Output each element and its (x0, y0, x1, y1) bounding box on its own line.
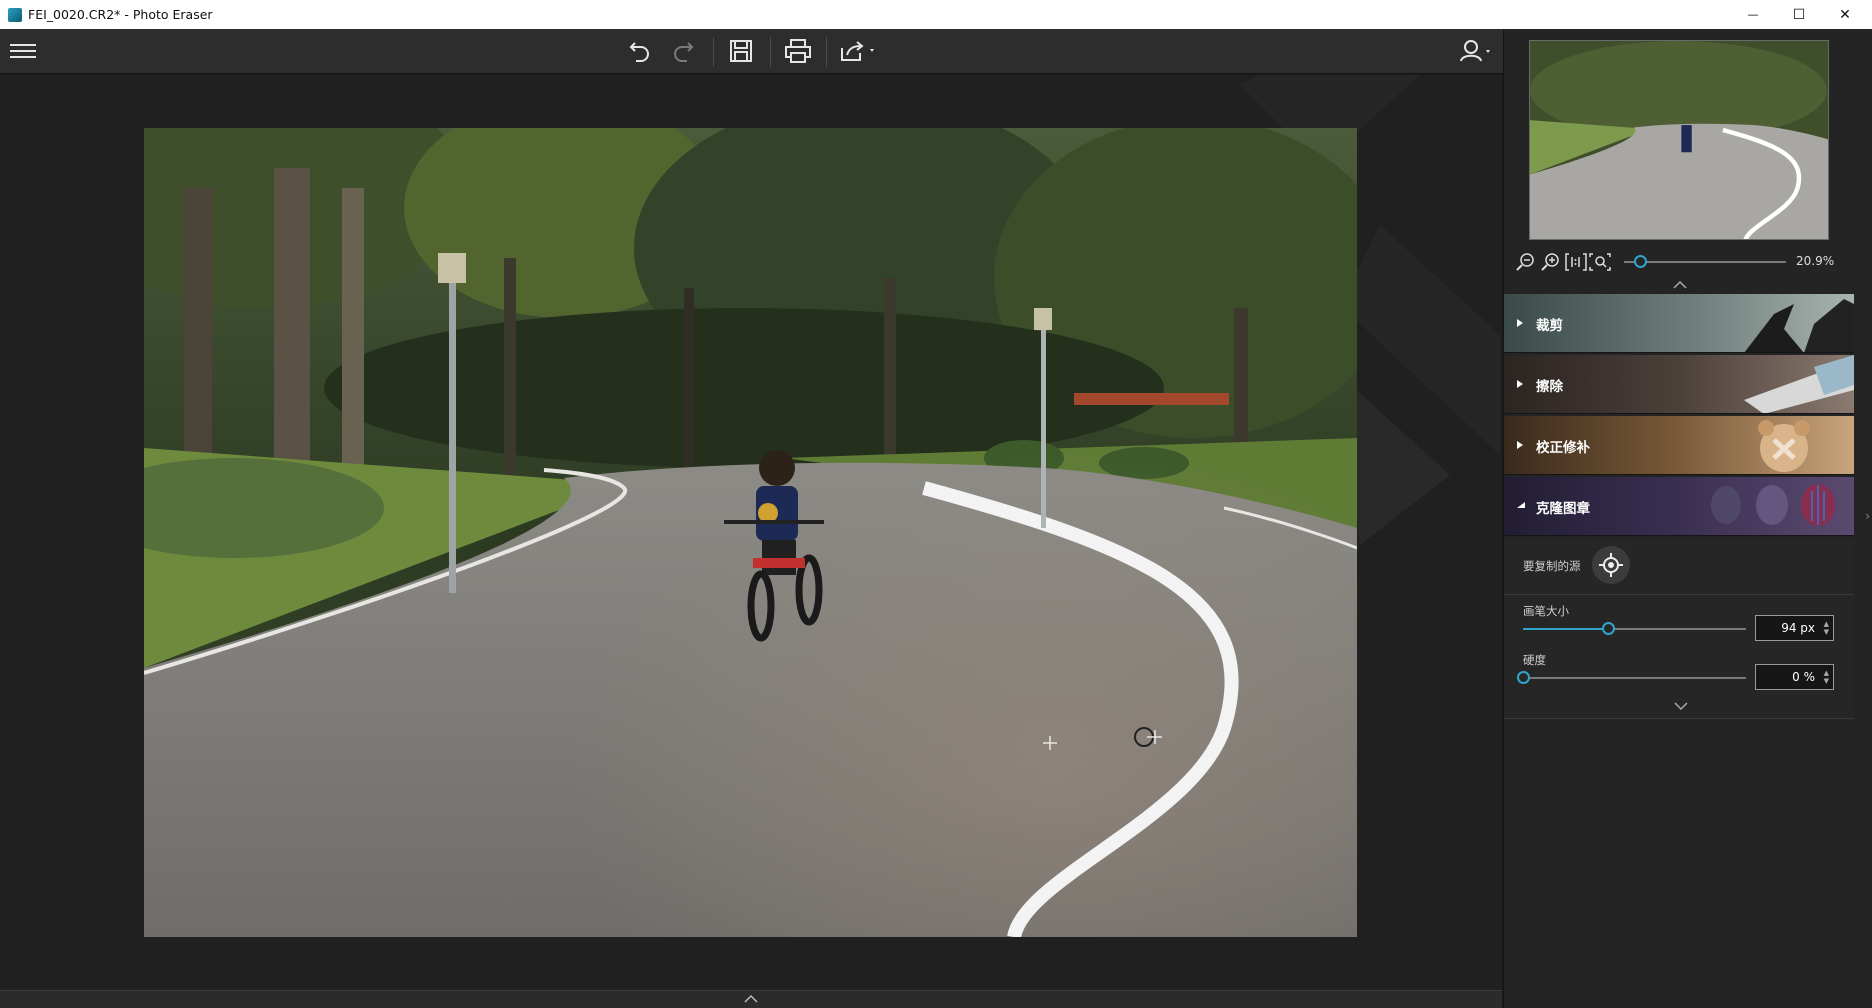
expand-arrow-icon (1517, 380, 1523, 388)
toolbar-separator (770, 37, 771, 67)
panel-crop[interactable]: 裁剪 (1504, 294, 1854, 353)
undo-button[interactable] (625, 35, 655, 67)
minimize-button[interactable]: — (1730, 0, 1776, 29)
brush-size-slider-fill (1523, 628, 1608, 630)
print-icon (785, 39, 811, 63)
divider (1504, 718, 1854, 719)
account-button[interactable] (1458, 35, 1496, 67)
maximize-icon: ☐ (1792, 6, 1806, 23)
panel-edge-arrow-icon[interactable]: › (1865, 509, 1870, 523)
save-icon (730, 40, 752, 62)
panel-clone-stamp-label: 克隆图章 (1536, 501, 1590, 517)
share-icon (841, 41, 874, 61)
close-icon: ✕ (1839, 6, 1851, 23)
target-icon (1599, 553, 1623, 577)
toolbar-separator (826, 37, 827, 67)
minimize-icon: — (1747, 8, 1759, 21)
photo-canvas[interactable] (144, 128, 1357, 937)
toolbar-separator (713, 37, 714, 67)
save-button[interactable] (726, 35, 756, 67)
clone-source-label: 要复制的源 (1523, 559, 1581, 573)
close-button[interactable]: ✕ (1822, 0, 1868, 29)
redo-button[interactable] (668, 35, 698, 67)
balloons-illustration (1711, 484, 1835, 526)
hamburger-icon (10, 44, 36, 58)
spinner-arrows-icon[interactable]: ▲ ▼ (1824, 669, 1829, 685)
app-icon (8, 7, 22, 22)
bottom-bar (0, 990, 1502, 1008)
zoom-slider-thumb[interactable] (1634, 255, 1648, 268)
chevron-up-icon[interactable] (744, 994, 758, 1003)
user-icon (1460, 40, 1490, 62)
title-bar: FEI_0020.CR2* - Photo Eraser — ☐ ✕ (0, 0, 1872, 29)
brush-size-input[interactable]: 94 px ▲ ▼ (1755, 615, 1834, 641)
print-button[interactable] (783, 35, 813, 67)
expand-arrow-icon (1517, 319, 1523, 327)
divider (1504, 594, 1854, 595)
panel-erase-label: 擦除 (1536, 379, 1563, 395)
right-panel: 20.9% 裁剪 擦除 校正修补 克隆图章 要复制的源 画笔大小 94 px ▲… (1503, 29, 1872, 1008)
undo-icon (629, 42, 649, 62)
panel-clone-stamp[interactable]: 克隆图章 (1504, 477, 1854, 536)
hardness-label: 硬度 (1523, 653, 1546, 667)
thumbnail-image (1530, 41, 1828, 239)
clone-stamp-settings: 要复制的源 画笔大小 94 px ▲ ▼ 硬度 0 % ▲ ▼ (1504, 539, 1854, 719)
menu-button[interactable] (8, 35, 38, 67)
expand-arrow-icon (1517, 441, 1523, 449)
crop-hands-illustration (1744, 299, 1854, 352)
collapse-arrow-icon (1517, 502, 1525, 508)
actual-size-icon[interactable] (1565, 252, 1587, 272)
panel-crop-label: 裁剪 (1536, 318, 1563, 334)
panel-retouch-label: 校正修补 (1536, 440, 1590, 456)
panel-retouch[interactable]: 校正修补 (1504, 416, 1854, 475)
hardness-value: 0 % (1792, 670, 1815, 684)
navigator-thumbnail[interactable] (1529, 40, 1829, 240)
fit-to-window-icon[interactable] (1589, 252, 1611, 272)
pick-source-button[interactable] (1592, 546, 1630, 584)
zoom-percentage: 20.9% (1796, 254, 1835, 268)
window-title: FEI_0020.CR2* - Photo Eraser (28, 7, 213, 22)
photo-image (144, 128, 1357, 937)
eraser-illustration (1744, 355, 1854, 413)
panel-erase[interactable]: 擦除 (1504, 355, 1854, 414)
brush-size-value: 94 px (1781, 621, 1815, 635)
collapse-navigator-icon[interactable] (1673, 280, 1687, 289)
maximize-button[interactable]: ☐ (1776, 0, 1822, 29)
zoom-slider-track[interactable] (1624, 261, 1786, 263)
hardness-slider-thumb[interactable] (1517, 671, 1530, 684)
teddy-bear-illustration (1758, 420, 1810, 472)
zoom-out-icon[interactable] (1516, 252, 1536, 272)
redo-icon (674, 42, 694, 62)
chevron-down-icon[interactable] (1674, 702, 1688, 711)
hardness-input[interactable]: 0 % ▲ ▼ (1755, 664, 1834, 690)
brush-size-slider-thumb[interactable] (1601, 622, 1615, 635)
canvas-workspace[interactable] (0, 75, 1502, 990)
hardness-slider-track[interactable] (1523, 677, 1746, 679)
share-button[interactable] (838, 35, 880, 67)
zoom-in-icon[interactable] (1541, 252, 1561, 272)
zoom-controls: 20.9% (1512, 249, 1867, 277)
brush-size-label: 画笔大小 (1523, 604, 1569, 618)
spinner-arrows-icon[interactable]: ▲ ▼ (1824, 620, 1829, 636)
